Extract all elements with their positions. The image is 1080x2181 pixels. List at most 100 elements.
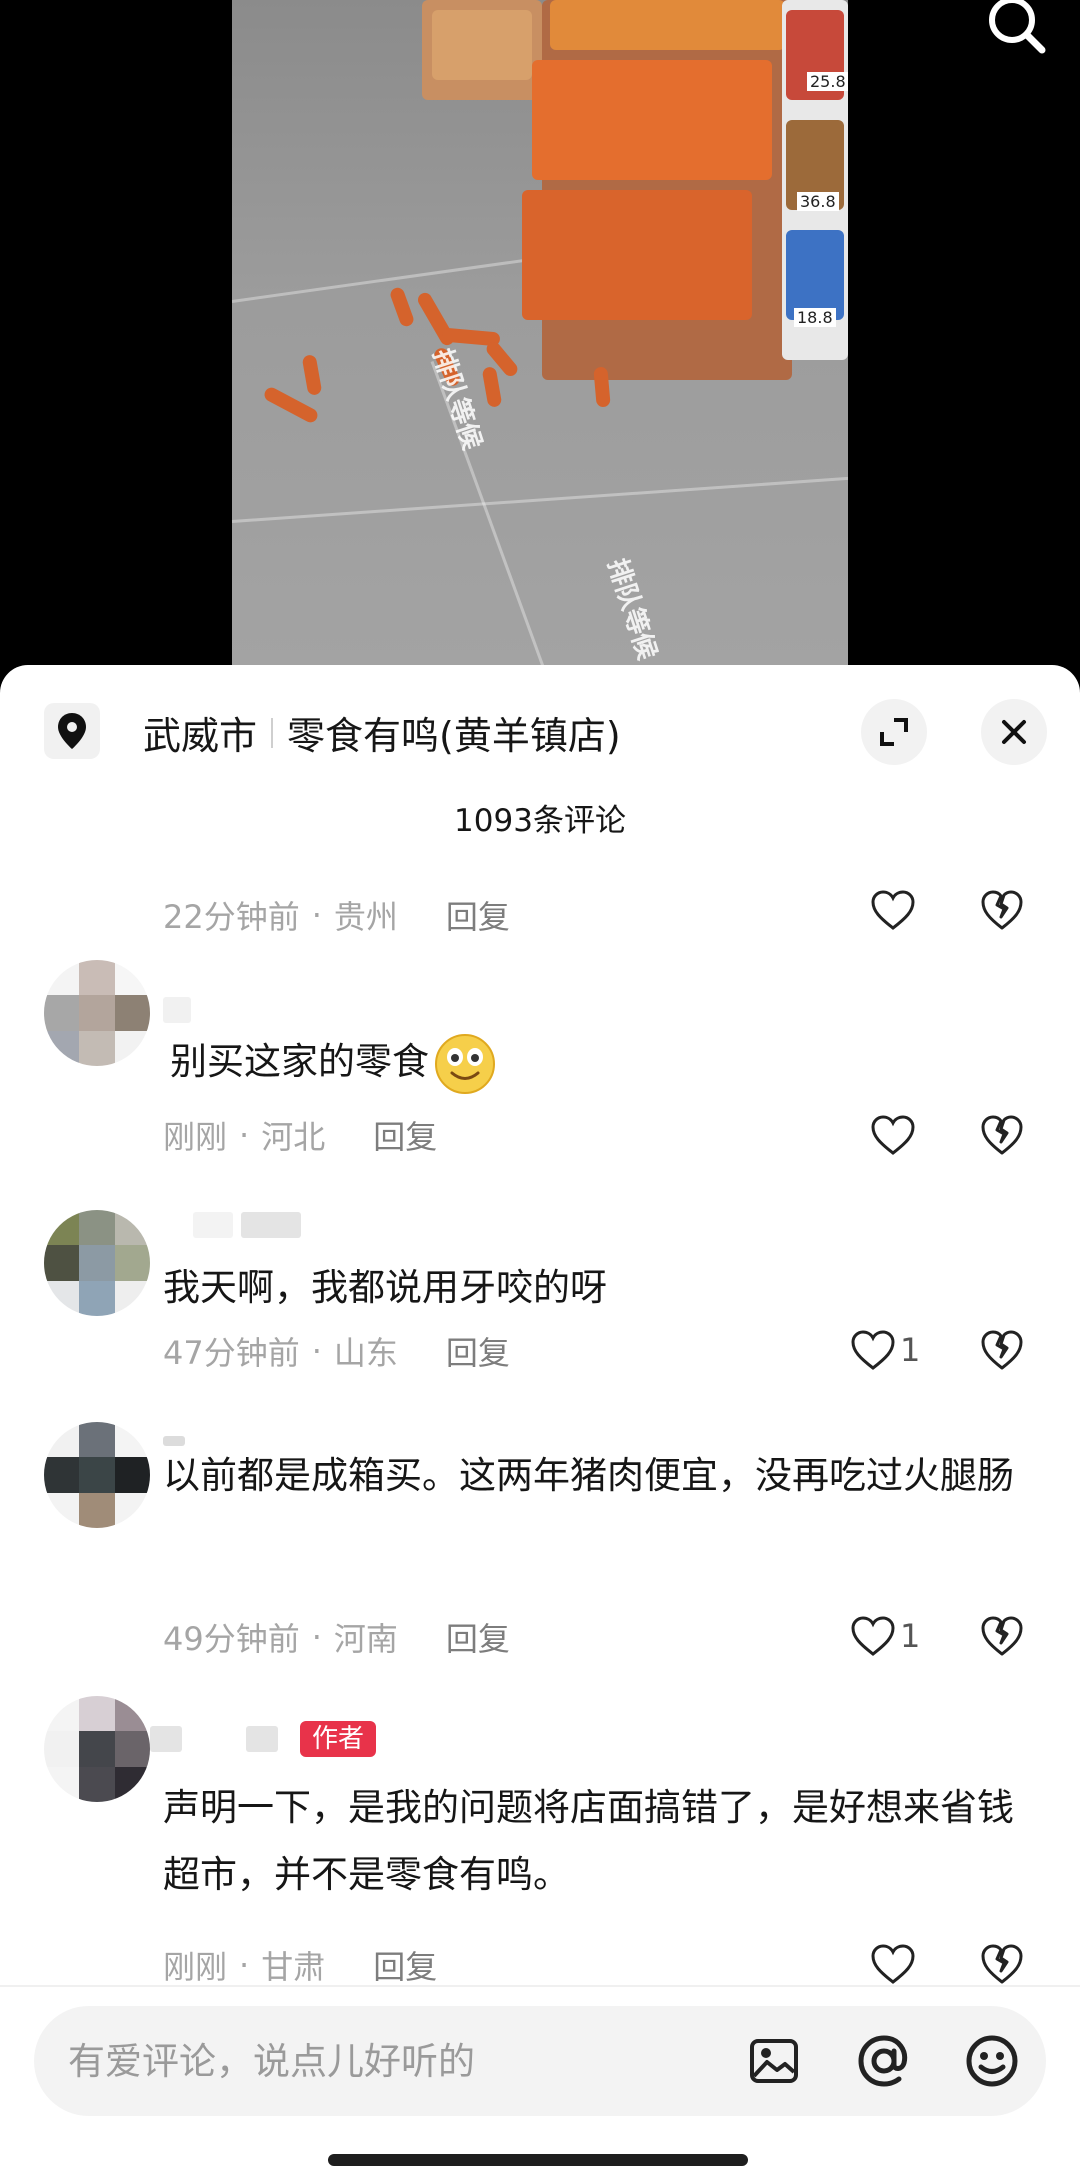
image-button[interactable] — [744, 2031, 804, 2091]
comment-body: 别买这家的零食 — [170, 1040, 429, 1083]
sausage — [481, 366, 503, 408]
price-tag: 18.8 — [794, 308, 836, 327]
snack-bags — [550, 0, 785, 50]
like-button[interactable] — [870, 1105, 960, 1165]
comment-region: 河南 — [333, 1620, 398, 1658]
heart-icon — [871, 1944, 915, 1984]
video-frame: 排队等候 排队等候 25.8 36.8 18.8 — [232, 0, 848, 665]
avatar[interactable] — [44, 1422, 150, 1528]
comment-input-bar — [34, 2006, 1046, 2116]
floor-marking: 排队等候 — [601, 555, 662, 664]
comment-meta: 22分钟前 · 贵州 回复 — [163, 892, 510, 938]
dislike-button[interactable] — [980, 1320, 1030, 1380]
floor-marking: 排队等候 — [426, 345, 487, 454]
comment-text: 我天啊，我都说用牙咬的呀 — [163, 1266, 607, 1309]
grinning-emoji-icon — [435, 1033, 495, 1094]
like-count: 1 — [900, 1617, 921, 1655]
broken-heart-icon — [981, 1616, 1023, 1656]
username-redacted — [193, 1212, 233, 1238]
sausage — [301, 354, 323, 396]
location-pin-icon — [44, 703, 100, 759]
sheet-header: 武威市 零食有鸣(黄羊镇店) — [0, 665, 1080, 795]
dislike-button[interactable] — [980, 1105, 1030, 1165]
sausage — [388, 285, 416, 329]
reply-button[interactable]: 回复 — [446, 1614, 510, 1660]
like-count: 1 — [900, 1331, 921, 1369]
expand-icon — [880, 718, 908, 746]
heart-icon — [851, 1330, 895, 1370]
reply-button[interactable]: 回复 — [373, 1112, 437, 1158]
like-button[interactable] — [870, 880, 960, 940]
broken-heart-icon — [981, 1330, 1023, 1370]
comment-text: 别买这家的零食 — [170, 1028, 1040, 1096]
heart-icon — [871, 890, 915, 930]
search-button[interactable] — [978, 0, 1056, 56]
close-button[interactable] — [981, 699, 1047, 765]
mention-button[interactable] — [854, 2031, 914, 2091]
location-city: 武威市 — [143, 714, 258, 758]
like-button[interactable]: 1 — [850, 1606, 940, 1666]
avatar[interactable] — [44, 1696, 150, 1802]
snack-packs-blue — [786, 230, 844, 320]
comment-meta: 49分钟前 · 河南 回复 — [163, 1614, 510, 1660]
author-badge: 作者 — [300, 1721, 377, 1757]
username[interactable]: 作者 — [150, 1721, 377, 1757]
reply-button[interactable]: 回复 — [446, 1328, 510, 1374]
username[interactable] — [163, 995, 191, 1025]
comment-region: 贵州 — [333, 898, 398, 936]
comment-time: 刚刚 — [163, 1948, 228, 1986]
comment-region: 甘肃 — [261, 1948, 326, 1986]
comment-time: 49分钟前 — [163, 1620, 300, 1658]
dislike-button[interactable] — [980, 880, 1030, 940]
snack-bags — [532, 60, 772, 180]
location-link[interactable]: 武威市 零食有鸣(黄羊镇店) — [143, 705, 621, 760]
username[interactable] — [163, 1210, 301, 1240]
avatar[interactable] — [44, 1210, 150, 1316]
expand-button[interactable] — [861, 699, 927, 765]
search-icon — [989, 0, 1046, 54]
meta-separator: · — [311, 896, 322, 934]
at-icon — [858, 2035, 908, 2087]
reply-button[interactable]: 回复 — [446, 892, 510, 938]
close-icon — [1002, 720, 1026, 744]
video-player[interactable]: 排队等候 排队等候 25.8 36.8 18.8 — [0, 0, 1080, 680]
emoji-button[interactable] — [962, 2031, 1022, 2091]
username-redacted — [163, 997, 191, 1023]
location-separator — [271, 717, 274, 748]
meta-separator: · — [311, 1618, 322, 1656]
username-redacted — [246, 1726, 278, 1752]
reply-button[interactable]: 回复 — [373, 1942, 437, 1988]
dislike-button[interactable] — [980, 1606, 1030, 1666]
comment-item: 22分钟前 · 贵州 回复 — [0, 880, 1080, 940]
comment-input[interactable] — [68, 2031, 728, 2091]
image-icon — [750, 2039, 798, 2083]
comment-item: 作者 声明一下，是我的问题将店面搞错了，是好想来省钱超市，并不是零食有鸣。 刚刚… — [0, 1696, 1080, 1986]
comment-meta: 刚刚 · 甘肃 回复 — [163, 1942, 437, 1988]
broken-heart-icon — [981, 1115, 1023, 1155]
meta-separator: · — [239, 1116, 250, 1154]
comment-count: 1093条评论 — [454, 803, 626, 839]
meta-separator: · — [311, 1332, 322, 1370]
username-redacted — [150, 1726, 182, 1752]
comment-meta: 刚刚 · 河北 回复 — [163, 1112, 437, 1158]
like-button[interactable]: 1 — [850, 1320, 940, 1380]
floor-grout-line — [232, 476, 848, 523]
sausage-pile — [522, 190, 752, 320]
comment-text: 以前都是成箱买。这两年猪肉便宜，没再吃过火腿肠 — [163, 1454, 1014, 1497]
comment-region: 河北 — [261, 1118, 326, 1156]
snack-bags — [432, 10, 532, 80]
comment-item: 以前都是成箱买。这两年猪肉便宜，没再吃过火腿肠 49分钟前 · 河南 回复 1 — [0, 1422, 1080, 1672]
meta-separator: · — [239, 1946, 250, 1984]
comment-item: 我天啊，我都说用牙咬的呀 47分钟前 · 山东 回复 1 — [0, 1210, 1080, 1390]
comment-item: 别买这家的零食 刚刚 · 河北 回复 — [0, 960, 1080, 1160]
price-tag: 25.8 — [807, 72, 848, 91]
comment-text: 声明一下，是我的问题将店面搞错了，是好想来省钱超市，并不是零食有鸣。 — [163, 1786, 1014, 1896]
heart-icon — [871, 1115, 915, 1155]
home-indicator[interactable] — [328, 2154, 748, 2166]
avatar[interactable] — [44, 960, 150, 1066]
comment-region: 山东 — [333, 1334, 398, 1372]
location-store: 零食有鸣(黄羊镇店) — [287, 714, 621, 758]
comment-time: 22分钟前 — [163, 898, 300, 936]
smiley-icon — [966, 2035, 1018, 2087]
heart-icon — [851, 1616, 895, 1656]
